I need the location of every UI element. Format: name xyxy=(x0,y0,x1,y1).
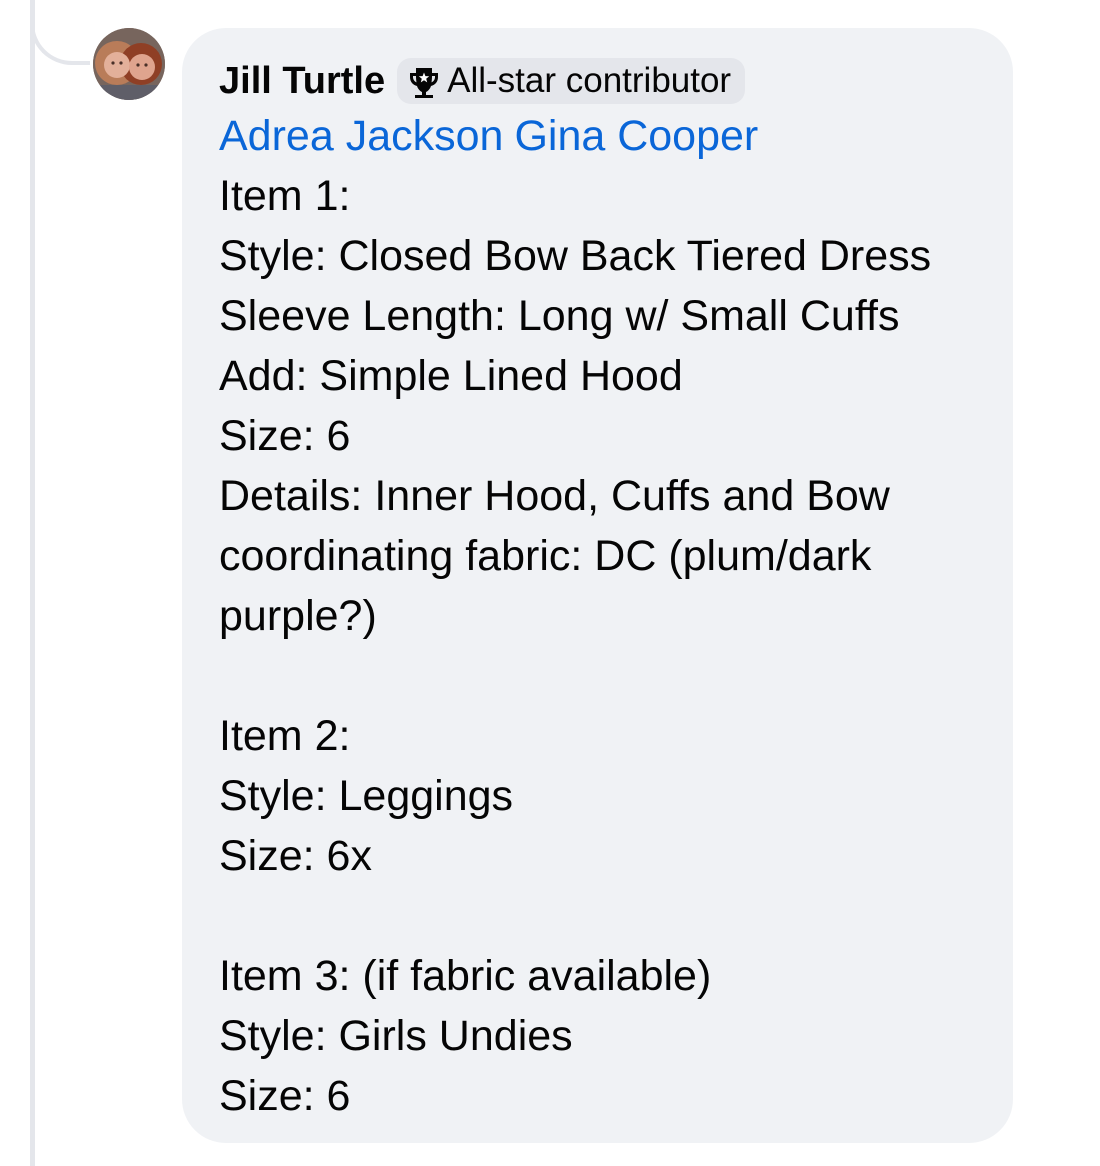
comment-line: Item 1: xyxy=(219,172,351,220)
comment-line: Size: 6x xyxy=(219,832,372,880)
comment-line: coordinating fabric: DC (plum/dark xyxy=(219,532,872,580)
comment-line: Style: Closed Bow Back Tiered Dress xyxy=(219,232,932,280)
author-name-link[interactable]: Jill Turtle xyxy=(219,57,385,105)
reply-thread-line xyxy=(30,0,35,1166)
comment-line: Add: Simple Lined Hood xyxy=(219,352,683,400)
comment-bubble: Jill Turtle All-star contributor Adrea J… xyxy=(182,28,1013,1143)
trophy-icon xyxy=(410,68,439,98)
reply-thread-connector xyxy=(30,0,90,65)
comment-line: Details: Inner Hood, Cuffs and Bow xyxy=(219,472,890,520)
comment-line: Item 3: (if fabric available) xyxy=(219,952,712,1000)
comment-body: Item 1: Style: Closed Bow Back Tiered Dr… xyxy=(219,166,999,1126)
comment-line: purple?) xyxy=(219,592,377,640)
all-star-contributor-badge[interactable]: All-star contributor xyxy=(397,58,746,104)
comment-line: Style: Girls Undies xyxy=(219,1012,573,1060)
mention-link-gina-cooper[interactable]: Gina Cooper xyxy=(514,106,758,166)
badge-label: All-star contributor xyxy=(447,61,732,100)
mention-link-adrea-jackson[interactable]: Adrea Jackson xyxy=(219,106,503,166)
comment-line: Sleeve Length: Long w/ Small Cuffs xyxy=(219,292,900,340)
comment-line: Item 2: xyxy=(219,712,351,760)
comment-line xyxy=(219,886,999,946)
comment-header: Jill Turtle All-star contributor xyxy=(219,57,746,105)
comment-line: Size: 6 xyxy=(219,1072,351,1120)
comment-line xyxy=(219,646,999,706)
avatar-photo-icon xyxy=(93,28,165,100)
mentions-row: Adrea Jackson Gina Cooper xyxy=(219,106,758,166)
comment-line: Style: Leggings xyxy=(219,772,514,820)
author-avatar[interactable] xyxy=(93,28,165,100)
mention-separator xyxy=(503,106,514,166)
comment-line: Size: 6 xyxy=(219,412,351,460)
